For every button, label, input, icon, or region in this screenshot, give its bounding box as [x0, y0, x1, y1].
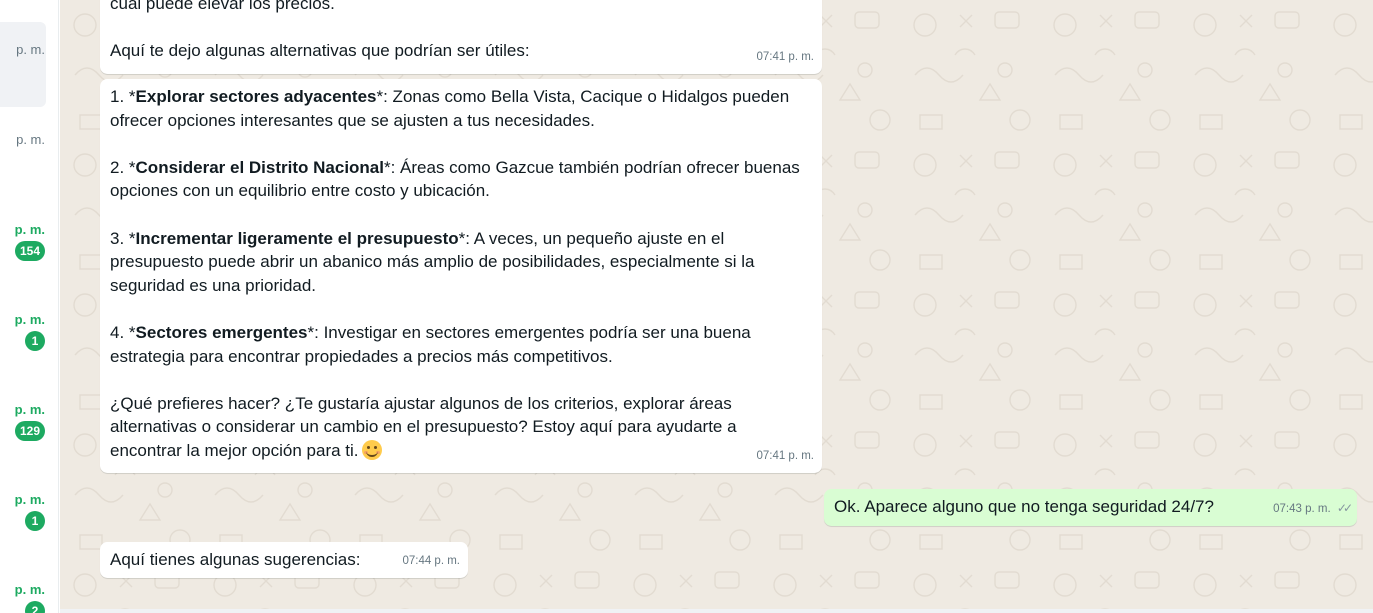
chat-list-item-time: p. m.: [16, 42, 45, 57]
message-timestamp: 07:44 p. m.: [402, 555, 460, 568]
message-timestamp: 07:43 p. m.: [1273, 503, 1331, 516]
unread-count-badge: 1: [25, 511, 45, 531]
chat-list-item-time: p. m.: [14, 312, 45, 327]
chat-list-item-time: p. m.: [14, 492, 45, 507]
unread-count-badge: 129: [14, 421, 45, 441]
conversation-panel[interactable]: cual puede elevar los precios. Aquí te d…: [60, 0, 1373, 613]
chat-list-item-time: p. m.: [14, 222, 45, 237]
chat-list-item[interactable]: p. m.: [0, 42, 45, 57]
list-item: 1. *Explorar sectores adyacentes*: Zonas…: [110, 87, 794, 130]
unread-count-badge: 1: [25, 331, 45, 351]
chat-list-item-time: p. m.: [14, 582, 45, 597]
read-double-check-icon: ✓✓: [1336, 501, 1353, 516]
incoming-message-bubble[interactable]: cual puede elevar los precios. Aquí te d…: [100, 0, 822, 74]
message-meta: 07:43 p. m. ✓✓: [1273, 497, 1353, 522]
incoming-message-bubble[interactable]: Aquí tienes algunas sugerencias: 07:44 p…: [100, 542, 468, 578]
list-item: 3. *Incrementar ligeramente el presupues…: [110, 228, 760, 295]
compose-bar-edge: [60, 609, 1373, 613]
chat-list-item[interactable]: p. m.: [0, 132, 45, 147]
chat-list-item[interactable]: p. m. 2: [0, 582, 45, 613]
incoming-message-bubble[interactable]: 1. *Explorar sectores adyacentes*: Zonas…: [100, 79, 822, 473]
chat-list-item[interactable]: p. m. 129: [0, 402, 45, 441]
chat-list-item[interactable]: p. m. 1: [0, 492, 45, 531]
list-item: 2. *Considerar el Distrito Nacional*: Ár…: [110, 157, 805, 201]
message-text: ¿Qué prefieres hacer? ¿Te gustaría ajust…: [110, 393, 742, 460]
chat-list-item[interactable]: p. m. 1: [0, 312, 45, 351]
message-timestamp: 07:41 p. m.: [756, 450, 814, 463]
chat-list-item-active-highlight[interactable]: [0, 22, 46, 107]
message-timestamp: 07:41 p. m.: [756, 51, 814, 64]
chat-list-item[interactable]: p. m. 154: [0, 222, 45, 261]
message-text: cual puede elevar los precios.: [110, 0, 335, 13]
chat-list-sidebar: p. m. p. m. p. m. 154 p. m. 1 p. m. 129 …: [0, 0, 59, 613]
message-text: Aquí te dejo algunas alternativas que po…: [110, 41, 530, 61]
message-text: Ok. Aparece alguno que no tenga segurida…: [834, 497, 1214, 516]
smiling-face-icon: [361, 439, 382, 460]
chat-list-item-time: p. m.: [16, 132, 45, 147]
list-item: 4. *Sectores emergentes*: Investigar en …: [110, 322, 756, 366]
unread-count-badge: 2: [25, 601, 45, 613]
chat-list-item-time: p. m.: [14, 402, 45, 417]
unread-count-badge: 154: [14, 241, 45, 261]
outgoing-message-bubble[interactable]: Ok. Aparece alguno que no tenga segurida…: [824, 489, 1357, 526]
